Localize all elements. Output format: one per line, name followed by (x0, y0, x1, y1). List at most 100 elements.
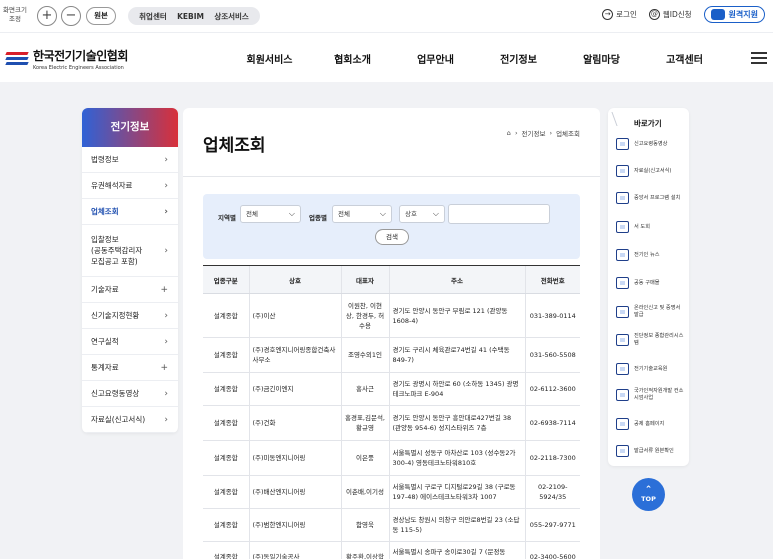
table-row[interactable]: 설계종합 (주)범한엔지니어링 함영욱 경상남도 창원시 의창구 의안로8번길 23 … (203, 508, 580, 542)
cell-company: (주)금긴이엔지 (248, 372, 341, 406)
sidebar-item-label: 업체조회 (91, 207, 119, 216)
hamburger-menu-icon[interactable] (751, 52, 767, 64)
monitor-icon (710, 9, 725, 20)
chevron-down-icon: ⌵ (288, 209, 295, 218)
quick-link[interactable]: 중앙서 프로그램 설치 (616, 192, 686, 204)
scroll-top-button[interactable]: ⌃ TOP (632, 478, 665, 511)
quick-link[interactable]: 공제 홈페이지 (616, 418, 686, 430)
sidebar-item[interactable]: 법령정보 › (82, 147, 178, 173)
nav-about[interactable]: 협회소개 (311, 51, 394, 66)
zoom-out-button[interactable]: − (61, 6, 81, 26)
quick-link[interactable]: 진단정보 종합관리시스템 (616, 333, 686, 347)
logo[interactable]: 한국전기기술인협회 Korea Electric Engineers Assoc… (5, 47, 128, 71)
web-id-link[interactable]: @ 웹ID신청 (648, 9, 692, 20)
region-select[interactable]: 전체 ⌵ (240, 205, 301, 223)
home-icon (616, 418, 629, 430)
sidebar-title: 전기정보 (82, 108, 178, 147)
search-panel: 지역별 전체 ⌵ 업종별 전체 ⌵ 상호 ⌵ 검색 (203, 194, 580, 259)
top-link-funeral[interactable]: 상조서비스 (214, 11, 249, 22)
sidebar-item[interactable]: 유권해석자료 › (82, 173, 178, 199)
sidebar-item-label: 연구실적 (91, 337, 119, 346)
table-row[interactable]: 설계종합 (주)금긴이엔지 홍사근 경기도 광명시 하안로 60 (소하동 1345)… (203, 372, 580, 406)
sidebar-item[interactable]: 입찰정보 (공동주택감리자 모집공고 포함) › (82, 225, 178, 277)
cell-company: (주)배산엔지니어링 (248, 475, 341, 509)
breadcrumb: ⌂ › 전기정보 › 업체조회 (507, 128, 580, 138)
quick-link[interactable]: 신고요령동영상 (616, 138, 686, 150)
region-label: 지역별 (218, 214, 236, 222)
table-row[interactable]: 설계종합 (주)배산엔지니어링 이춘배,이기성 서울특별시 구로구 디지털로29길 3… (203, 475, 580, 509)
chevron-right-icon: › (549, 129, 553, 137)
cell-industry: 설계종합 (203, 475, 249, 509)
top-link-jobs[interactable]: 취업센터 (139, 11, 167, 22)
cell-phone: 031-560-5508 (524, 337, 580, 373)
cell-address: 서울특별시 송파구 송이로30길 7 (문정동 107-7) (388, 541, 525, 559)
col-header-company: 상호 (248, 265, 341, 294)
remote-support-label: 원격지원 (728, 10, 758, 19)
nav-electric-info[interactable]: 전기정보 (477, 51, 560, 66)
school-icon (616, 363, 629, 375)
nav-member[interactable]: 회원서비스 (228, 51, 311, 66)
decoration (611, 112, 635, 126)
nav-customer[interactable]: 고객센터 (643, 51, 726, 66)
cell-ceo: 조영수외1인 (340, 337, 389, 373)
quick-link[interactable]: 전기기술교육원 (616, 363, 686, 375)
table-row[interactable]: 설계종합 (주)미동엔지니어링 이은풍 서울특별시 성동구 아차산로 103 (성수동… (203, 440, 580, 476)
form-icon (616, 165, 629, 177)
remote-support-button[interactable]: 원격지원 (703, 6, 765, 23)
breadcrumb-item[interactable]: 업체조회 (556, 128, 580, 138)
quick-link-label: 신고요령동영상 (634, 140, 668, 147)
login-label: 로그인 (616, 10, 637, 19)
table-row[interactable]: 설계종합 (주)경호엔지니어링종합건축사사무소 조영수외1인 경기도 구리시 체육관로… (203, 337, 580, 373)
quick-link[interactable]: 자료실(신고서식) (616, 165, 686, 177)
sidebar-item[interactable]: 신기술지정현황 › (82, 303, 178, 329)
quick-link[interactable]: 전기인 뉴스 (616, 249, 686, 261)
cell-ceo: 함영욱 (340, 508, 389, 542)
quick-link[interactable]: 공동 구매몰 (616, 277, 686, 289)
sidebar-item[interactable]: 업체조회 › (82, 199, 178, 225)
sidebar-item[interactable]: 신고요령동영상 › (82, 381, 178, 407)
top-link-kebim[interactable]: KEBIM (177, 12, 204, 21)
nav-notice[interactable]: 알림마당 (560, 51, 643, 66)
table-row[interactable]: 설계종합 (주)동일기술공사 황주환,이상학 서울특별시 송파구 송이로30길 7 (… (203, 541, 580, 559)
quick-link[interactable]: 발급서류 원본확인 (616, 445, 686, 457)
zoom-in-button[interactable]: + (37, 6, 57, 26)
divider (183, 176, 600, 177)
col-header-industry: 업종구분 (203, 265, 249, 294)
sidebar-item[interactable]: 연구실적 › (82, 329, 178, 355)
field-select[interactable]: 상호 ⌵ (399, 205, 445, 223)
cell-company: (주)미동엔지니어링 (248, 440, 341, 476)
sidebar-item-label: 통계자료 (91, 363, 119, 372)
breadcrumb-item[interactable]: 전기정보 (522, 128, 546, 138)
main-nav: 한국전기기술인협회 Korea Electric Engineers Assoc… (0, 32, 773, 82)
nav-business[interactable]: 업무안내 (394, 51, 477, 66)
chevron-right-icon: › (164, 206, 168, 217)
quick-link[interactable]: 온라인신고 및 증명서 발급 (616, 305, 686, 319)
home-icon[interactable]: ⌂ (507, 129, 511, 137)
table-row[interactable]: 설계종합 (주)이산 이원찬, 이현상, 한경두, 허수용 경기도 안양시 동안구 부… (203, 293, 580, 338)
cell-ceo: 홍사근 (340, 372, 389, 406)
cell-phone: 031-389-0114 (524, 293, 580, 338)
at-icon: @ (648, 9, 660, 20)
sidebar-item-label: 기술자료 (91, 285, 119, 294)
chevron-right-icon: › (164, 414, 168, 425)
sidebar-item[interactable]: 기술자료 + (82, 277, 178, 303)
sidebar-item[interactable]: 통계자료 + (82, 355, 178, 381)
cell-address: 서울특별시 구로구 디지털로29길 38 (구로동 197-48) 에이스테크노… (388, 475, 525, 509)
cell-ceo: 홍경표,김문석,황규영 (340, 405, 389, 441)
original-size-button[interactable]: 원본 (86, 7, 116, 25)
sidebar-item[interactable]: 자료실(신고서식) › (82, 407, 178, 433)
industry-select[interactable]: 전체 ⌵ (332, 205, 392, 223)
cell-company: (주)건화 (248, 405, 341, 441)
cart-icon (616, 277, 629, 289)
person-icon (616, 389, 629, 401)
search-input[interactable] (448, 204, 550, 224)
quick-link[interactable]: 국가인적자원개발 컨소시엄사업 (616, 388, 686, 402)
table-header-row: 업종구분 상호 대표자 주소 전화번호 (203, 265, 580, 294)
cell-company: (주)이산 (248, 293, 341, 338)
quick-link[interactable]: 서 도회 (616, 221, 686, 233)
search-button[interactable]: 검색 (375, 229, 409, 245)
login-link[interactable]: → 로그인 (602, 9, 637, 20)
chevron-right-icon: › (164, 180, 168, 191)
table-row[interactable]: 설계종합 (주)건화 홍경표,김문석,황규영 경기도 안양시 동안구 흥안대로427번… (203, 405, 580, 441)
quick-link-label: 공제 홈페이지 (634, 420, 665, 427)
